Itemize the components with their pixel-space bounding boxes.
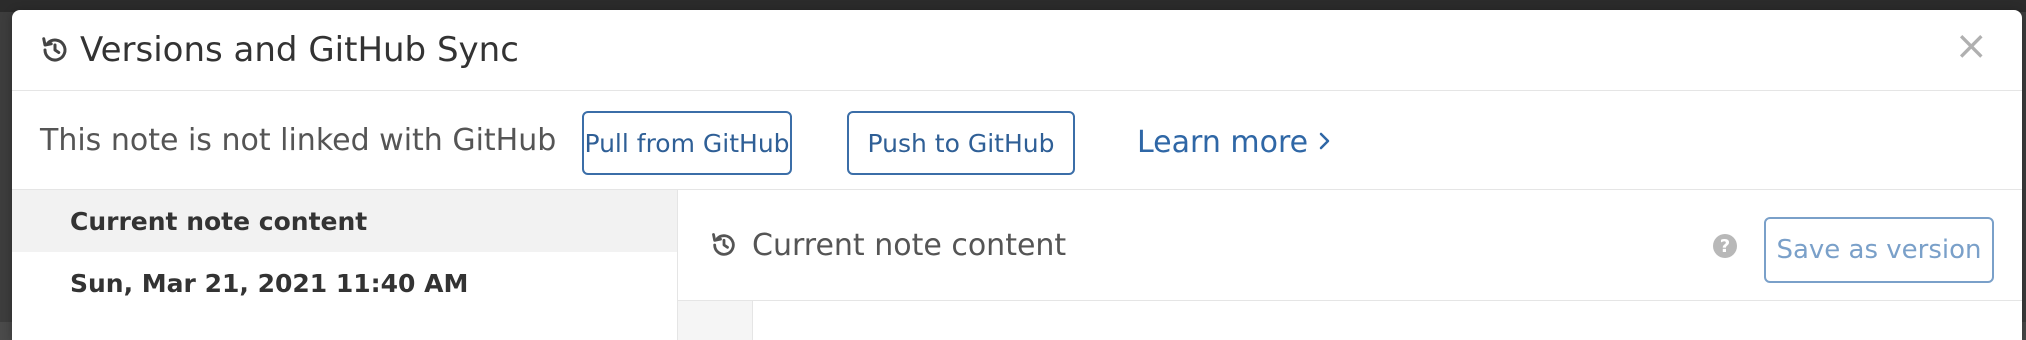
sync-status-text: This note is not linked with GitHub: [40, 123, 557, 158]
chevron-right-icon: [1318, 125, 1332, 160]
history-icon: [40, 35, 70, 65]
sidebar-item-current-content[interactable]: Current note content: [12, 190, 677, 252]
learn-more-link[interactable]: Learn more: [1137, 125, 1332, 160]
content-title-text: Current note content: [752, 228, 1067, 263]
content-title: Current note content: [710, 228, 1066, 263]
modal-title: Versions and GitHub Sync: [40, 30, 519, 70]
close-icon[interactable]: ×: [1954, 26, 1988, 66]
pull-from-github-button[interactable]: Pull from GitHub: [582, 111, 792, 175]
learn-more-label: Learn more: [1137, 125, 1309, 160]
content-header: Current note content ? Save as version: [678, 190, 2022, 301]
editor-gutter: [678, 301, 753, 340]
sidebar-item-version[interactable]: Sun, Mar 21, 2021 11:40 AM: [12, 252, 677, 314]
help-icon[interactable]: ?: [1713, 234, 1737, 258]
versions-modal: Versions and GitHub Sync × This note is …: [12, 10, 2022, 340]
versions-sidebar: Current note content Sun, Mar 21, 2021 1…: [12, 190, 678, 340]
modal-title-text: Versions and GitHub Sync: [80, 30, 519, 70]
push-to-github-button[interactable]: Push to GitHub: [847, 111, 1075, 175]
modal-header: Versions and GitHub Sync ×: [12, 10, 2022, 91]
history-icon: [710, 231, 740, 261]
sidebar-item-label: Sun, Mar 21, 2021 11:40 AM: [70, 268, 469, 298]
version-content-panel: Current note content ? Save as version: [678, 190, 2022, 340]
save-as-version-button[interactable]: Save as version: [1764, 217, 1994, 283]
github-sync-bar: This note is not linked with GitHub Pull…: [12, 91, 2022, 190]
sidebar-item-label: Current note content: [70, 206, 368, 236]
